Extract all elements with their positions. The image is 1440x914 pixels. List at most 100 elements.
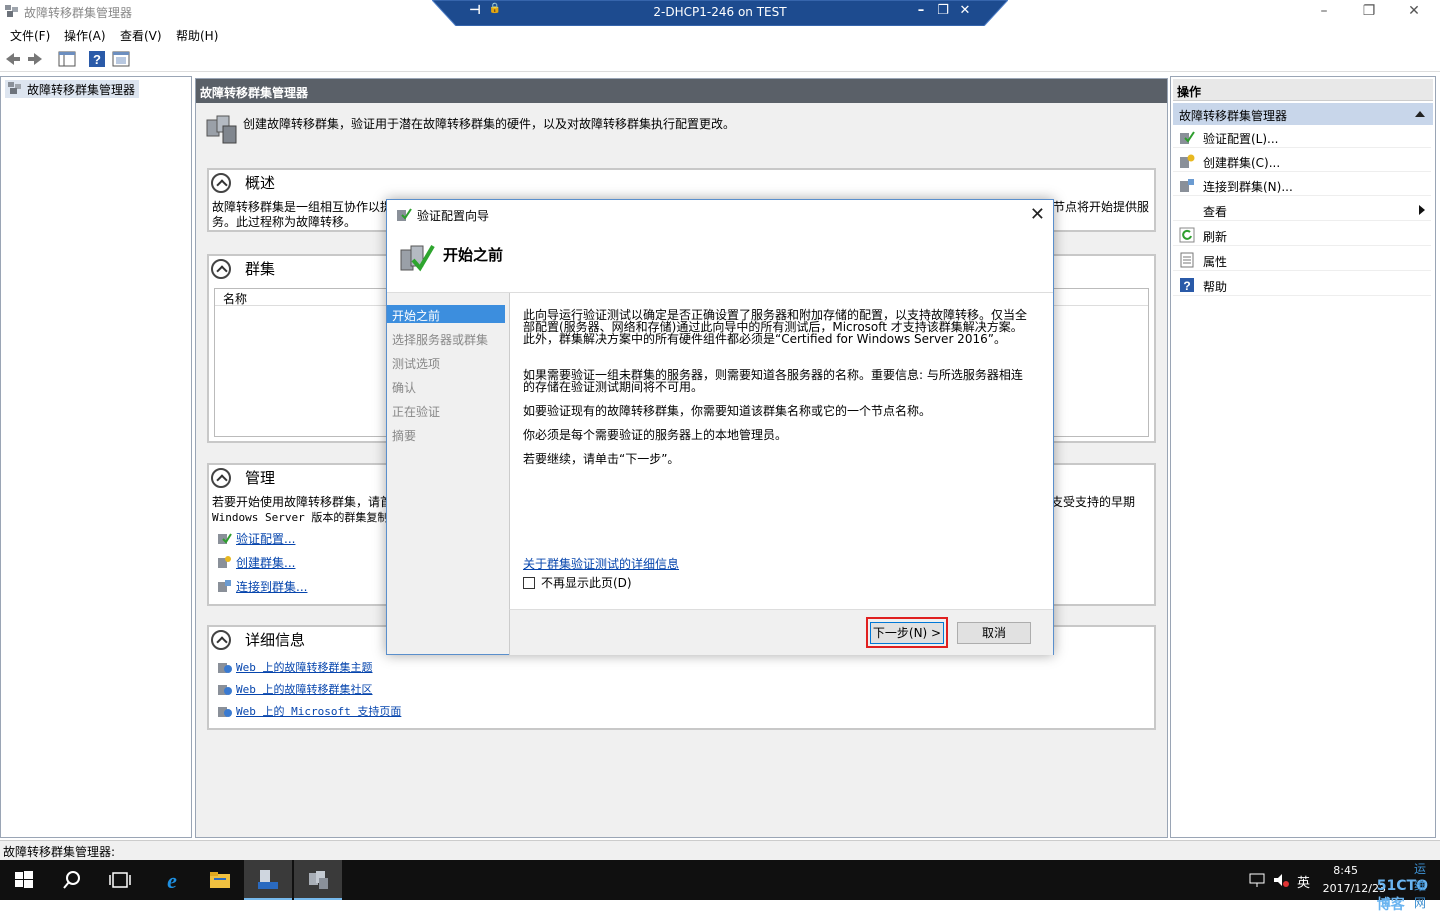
status-text: 故障转移群集管理器:	[3, 845, 116, 859]
web-topics-link[interactable]: Web 上的故障转移群集主题	[236, 659, 373, 675]
web-support-link[interactable]: Web 上的 Microsoft 支持页面	[236, 703, 401, 719]
network-icon[interactable]	[1248, 872, 1266, 888]
cluster-manager-icon	[309, 871, 328, 889]
tree-node-label: 故障转移群集管理器	[27, 83, 136, 97]
cancel-button[interactable]: 取消	[957, 622, 1031, 644]
intro-text: 创建故障转移群集，验证用于潜在故障转移群集的硬件，以及对故障转移群集执行配置更改…	[243, 117, 736, 131]
overview-text-line1-end: 节点将开始提供服	[1053, 200, 1150, 214]
cluster-manager-icon	[5, 5, 18, 17]
wizard-content: 此向导运行验证测试以确定是否正确设置了服务器和附加存储的配置，以支持故障转移。仅…	[509, 293, 1053, 609]
windows-logo-icon	[15, 871, 33, 888]
web-link-icon	[218, 685, 232, 695]
taskbar: e 英 8:45 2017/12/23 51CTO博客 运维网	[0, 860, 1440, 913]
menu-bar: 文件(F) 操作(A) 查看(V) 帮助(H)	[0, 24, 1440, 46]
collapse-up-icon[interactable]	[1415, 111, 1425, 117]
cluster-manager-taskbar-button[interactable]	[294, 860, 342, 900]
action-view[interactable]: 查看	[1173, 199, 1431, 221]
wizard-paragraph-3: 如要验证现有的故障转移群集，你需要知道该群集名称或它的一个节点名称。	[523, 404, 932, 418]
step-test-options: 测试选项	[392, 357, 441, 371]
collapse-icon[interactable]	[211, 468, 231, 488]
rdp-minimize-icon[interactable]: –	[912, 3, 930, 18]
manage-title: 管理	[245, 469, 276, 487]
next-button[interactable]: 下一步(N) >	[870, 622, 944, 644]
validate-config-wizard[interactable]: 验证配置向导 ✕ 开始之前 开始之前 选择服务器或群集 测试选项 确认 正在验证…	[386, 199, 1054, 655]
file-explorer-button[interactable]	[196, 860, 244, 900]
volume-muted-icon[interactable]	[1272, 872, 1290, 888]
step-summary: 摘要	[392, 429, 417, 443]
menu-view[interactable]: 查看(V)	[120, 27, 162, 44]
validate-config-link[interactable]: 验证配置...	[236, 530, 295, 547]
step-before-you-begin: 开始之前	[387, 305, 505, 323]
properties-icon	[1180, 252, 1194, 268]
cluster-manager-icon	[8, 82, 21, 94]
wizard-close-icon[interactable]: ✕	[1030, 204, 1045, 225]
show-hide-action-pane-icon[interactable]	[112, 50, 130, 68]
menu-action[interactable]: 操作(A)	[64, 27, 106, 44]
search-button[interactable]	[48, 860, 96, 900]
action-connect-cluster[interactable]: 连接到群集(N)...	[1173, 174, 1431, 196]
server-manager-button[interactable]	[244, 860, 292, 900]
rdp-restore-icon[interactable]: ❐	[934, 3, 952, 18]
ime-indicator[interactable]: 英	[1297, 872, 1310, 891]
validate-icon	[218, 533, 232, 544]
cluster-servers-icon	[206, 115, 237, 144]
create-cluster-link[interactable]: 创建群集...	[236, 554, 295, 571]
svg-text:?: ?	[93, 52, 101, 67]
task-view-button[interactable]	[96, 860, 144, 900]
restore-icon[interactable]: ❐	[1359, 2, 1379, 20]
action-refresh[interactable]: 刷新	[1173, 224, 1431, 246]
help-icon: ?	[1180, 278, 1194, 293]
checkbox-box[interactable]	[523, 577, 535, 589]
rdp-connection-bar[interactable]: ⊣ 🔒 2-DHCP1-246 on TEST – ❐ ✕	[432, 0, 1008, 26]
action-help[interactable]: ? 帮助	[1173, 274, 1431, 296]
checkbox-label: 不再显示此页(D)	[541, 576, 632, 590]
collapse-icon[interactable]	[211, 259, 231, 279]
manage-text-line1-end: 支受支持的早期	[1051, 495, 1136, 509]
status-bar: 故障转移群集管理器:	[0, 840, 1440, 860]
collapse-icon[interactable]	[211, 173, 231, 193]
wizard-paragraph-5: 若要继续，请单击“下一步”。	[523, 452, 680, 466]
web-link-icon	[218, 663, 232, 673]
wizard-title-icon	[397, 208, 412, 221]
clusters-title: 群集	[245, 260, 276, 278]
action-properties[interactable]: 属性	[1173, 249, 1431, 271]
validation-tests-info-link[interactable]: 关于群集验证测试的详细信息	[523, 555, 679, 572]
close-icon[interactable]: ✕	[1404, 2, 1424, 20]
ie-taskbar-button[interactable]: e	[148, 860, 196, 900]
manage-text-line1: 若要开始使用故障转移群集，请首	[212, 495, 393, 509]
svg-text:?: ?	[1183, 279, 1190, 293]
watermark-cn-text: 运维网	[1413, 862, 1426, 910]
back-icon[interactable]	[4, 50, 22, 68]
overview-text-line2: 务。此过程称为故障转移。	[212, 215, 357, 229]
wizard-body: 开始之前 选择服务器或群集 测试选项 确认 正在验证 摘要 此向导运行验证测试以…	[387, 292, 1053, 655]
actions-header: 操作	[1173, 79, 1433, 101]
show-hide-console-tree-icon[interactable]	[58, 50, 76, 68]
clock-time[interactable]: 8:45	[1333, 864, 1358, 877]
menu-file[interactable]: 文件(F)	[10, 27, 50, 44]
step-validating: 正在验证	[392, 405, 441, 419]
action-create-cluster[interactable]: 创建群集(C)...	[1173, 150, 1431, 172]
server-manager-icon	[258, 870, 278, 889]
wizard-steps: 开始之前 选择服务器或群集 测试选项 确认 正在验证 摘要	[387, 293, 507, 655]
overview-text-line1: 故障转移群集是一组相互协作以提	[212, 200, 393, 214]
tree-node-cluster-manager[interactable]: 故障转移群集管理器	[5, 80, 140, 98]
step-select-servers: 选择服务器或群集	[392, 333, 489, 347]
web-community-link[interactable]: Web 上的故障转移群集社区	[236, 681, 373, 697]
actions-group-header[interactable]: 故障转移群集管理器	[1173, 103, 1433, 125]
forward-icon[interactable]	[26, 50, 44, 68]
manage-text-line2: Windows Server 版本的群集复制	[212, 511, 389, 524]
wizard-button-area: 下一步(N) > 取消	[509, 609, 1053, 655]
create-cluster-icon	[218, 556, 231, 568]
minimize-icon[interactable]: –	[1314, 2, 1334, 20]
center-header: 故障转移群集管理器	[196, 79, 1167, 103]
start-button[interactable]	[0, 860, 48, 900]
menu-help[interactable]: 帮助(H)	[176, 27, 218, 44]
action-validate-config[interactable]: 验证配置(L)...	[1173, 126, 1431, 148]
search-icon	[63, 871, 80, 889]
dont-show-again-checkbox[interactable]: 不再显示此页(D)	[523, 574, 632, 591]
connect-cluster-link[interactable]: 连接到群集...	[236, 578, 307, 595]
help-icon[interactable]: ?	[88, 50, 106, 68]
rdp-close-icon[interactable]: ✕	[956, 3, 974, 18]
internet-explorer-icon: e	[167, 868, 177, 892]
collapse-icon[interactable]	[211, 630, 231, 650]
